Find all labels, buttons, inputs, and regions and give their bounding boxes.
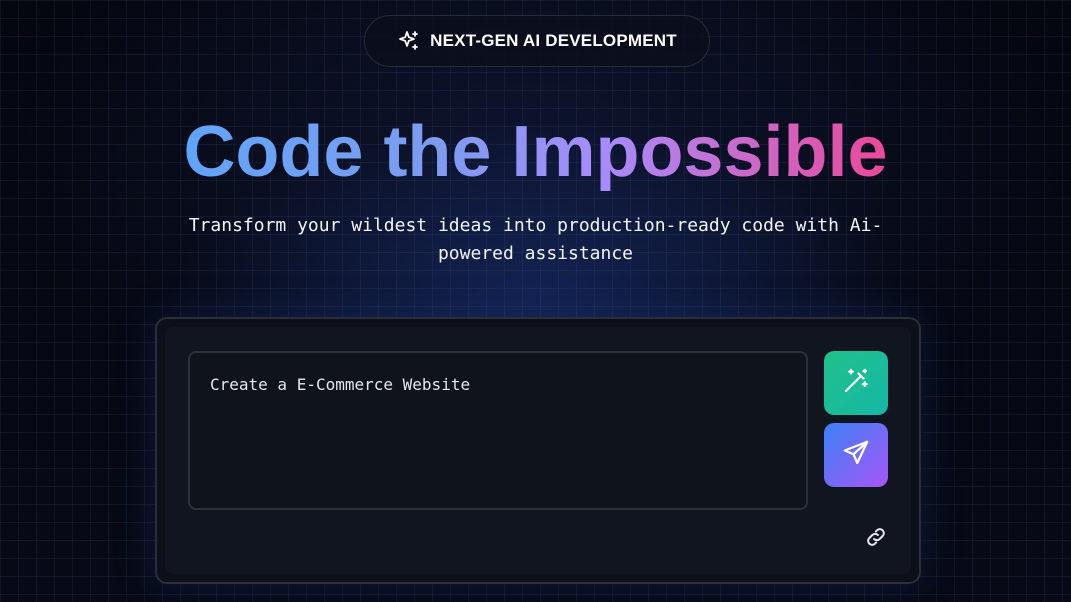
magic-wand-icon bbox=[841, 366, 871, 401]
badge-label: NEXT-GEN AI DEVELOPMENT bbox=[430, 31, 677, 50]
attach-link-button[interactable] bbox=[862, 525, 890, 553]
hero-section: NEXT-GEN AI DEVELOPMENT Code the Impossi… bbox=[0, 0, 1071, 602]
page-title: Code the Impossible bbox=[0, 110, 1071, 194]
enhance-prompt-button[interactable] bbox=[824, 351, 888, 415]
sparkles-icon bbox=[397, 29, 421, 53]
page-title-text: Code the Impossible bbox=[183, 112, 888, 192]
send-button[interactable] bbox=[824, 423, 888, 487]
prompt-input[interactable] bbox=[188, 351, 808, 510]
link-icon bbox=[864, 525, 888, 554]
page-subtitle: Transform your wildest ideas into produc… bbox=[188, 215, 883, 264]
announcement-badge: NEXT-GEN AI DEVELOPMENT bbox=[364, 15, 710, 67]
send-icon bbox=[841, 438, 871, 473]
